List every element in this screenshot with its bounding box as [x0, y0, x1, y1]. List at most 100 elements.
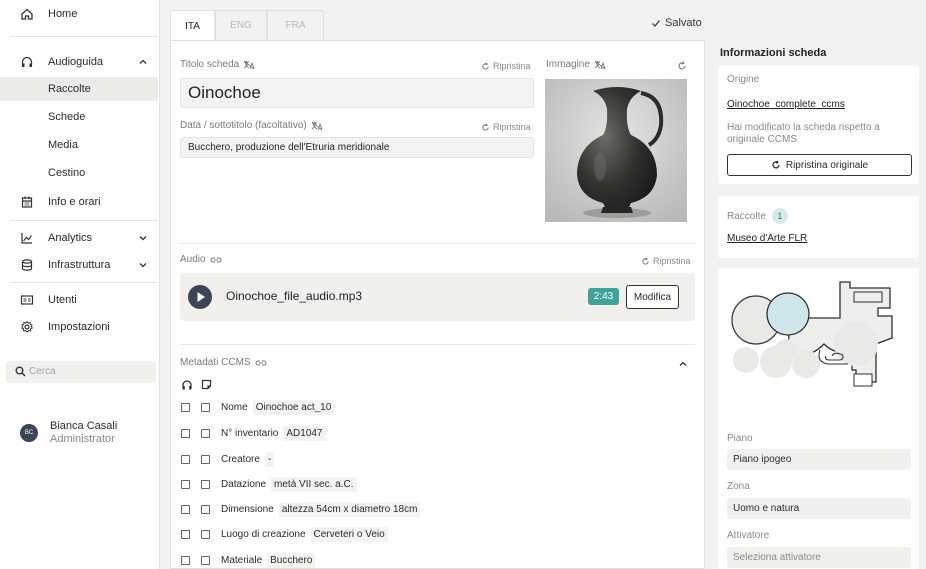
metadata-key: Nome — [221, 401, 248, 413]
reset-audio-button[interactable]: Ripristina — [641, 256, 691, 266]
home-icon — [21, 8, 33, 20]
chart-icon — [21, 233, 32, 244]
section-divider — [180, 243, 695, 244]
audio-checkbox[interactable] — [181, 504, 190, 514]
audio-file-name: Oinochoe_file_audio.mp3 — [226, 289, 363, 303]
sidebar-item-media[interactable]: Media — [0, 133, 158, 157]
metadata-value: - — [264, 451, 275, 467]
user-name: Bianca Casali — [50, 420, 118, 432]
reset-subtitle-button[interactable]: Ripristina — [481, 122, 531, 132]
collections-card: Raccolte 1 Museo d'Arte FLR — [718, 196, 919, 258]
reset-icon — [772, 160, 780, 169]
check-icon — [652, 20, 660, 27]
subtitle-input[interactable]: Bucchero, produzione dell'Etruria meridi… — [180, 137, 534, 158]
card-checkbox[interactable] — [201, 454, 210, 464]
modified-note: Hai modificato la scheda rispetto a orig… — [727, 122, 880, 145]
sidebar-item-schede[interactable]: Schede — [0, 105, 158, 129]
metadata-key: Creatore — [221, 453, 260, 465]
metadata-value: metà VII sec. a.C. — [271, 476, 357, 492]
link-icon — [255, 360, 267, 365]
metadata-row: Materiale Bucchero — [181, 551, 316, 569]
title-input[interactable]: Oinochoe — [180, 78, 534, 108]
sidebar-item-utenti[interactable]: Utenti — [0, 288, 158, 312]
chevron-down-icon[interactable] — [138, 260, 148, 270]
card-checkbox[interactable] — [201, 555, 210, 565]
sidebar-item-label: Home — [48, 8, 78, 20]
reset-icon[interactable] — [677, 61, 687, 71]
metadata-key: Datazione — [221, 478, 267, 490]
gear-icon — [21, 320, 34, 333]
save-status-label: Salvato — [665, 17, 702, 29]
tab-ita[interactable]: ITA — [170, 10, 215, 41]
sidebar-item-impostazioni[interactable]: Impostazioni — [0, 315, 158, 339]
trigger-select[interactable]: Seleziona attivatore — [727, 547, 911, 568]
play-button[interactable] — [188, 285, 212, 309]
floor-select[interactable]: Piano ipogeo — [727, 449, 911, 470]
tab-fra[interactable]: FRA — [267, 10, 324, 40]
card-checkbox[interactable] — [201, 504, 210, 514]
image-label: Immagine — [546, 59, 606, 70]
floor-map[interactable] — [728, 278, 912, 424]
metadata-key: Dimensione — [221, 503, 274, 515]
sidebar-item-analytics[interactable]: Analytics — [0, 226, 158, 250]
card-checkbox[interactable] — [201, 428, 210, 438]
tab-eng[interactable]: ENG — [215, 10, 267, 40]
artifact-image[interactable] — [545, 79, 687, 222]
scheda-editor: Titolo scheda Ripristina Oinochoe Data /… — [170, 40, 705, 569]
audio-checkbox[interactable] — [181, 428, 190, 438]
translate-off-icon — [594, 60, 606, 69]
save-status: Salvato — [651, 17, 702, 29]
collection-link[interactable]: Museo d'Arte FLR — [727, 233, 807, 244]
collections-header: Raccolte 1 — [727, 208, 788, 224]
reset-icon — [482, 62, 489, 70]
metadata-row: N° inventario AD1047 — [181, 424, 326, 442]
metadata-value: AD1047 — [283, 425, 326, 441]
metadata-row: Nome Oinochoe act_10 — [181, 398, 335, 416]
calendar-icon — [21, 196, 33, 208]
chevron-down-icon[interactable] — [138, 233, 148, 243]
sidebar-item-audioguida[interactable]: Audioguida — [0, 50, 158, 74]
sidebar-item-raccolte[interactable]: Raccolte — [0, 77, 158, 101]
sidebar-item-label: Utenti — [48, 294, 77, 306]
search-icon — [15, 366, 26, 377]
chevron-up-icon[interactable] — [678, 359, 688, 369]
restore-original-button[interactable]: Ripristina originale — [727, 154, 912, 176]
metadata-key: Luogo di creazione — [221, 528, 306, 540]
origin-label: Origine — [727, 74, 760, 85]
metadata-value: Cerveteri o Veio — [310, 526, 388, 542]
metadata-row: Dimensione altezza 54cm x diametro 18cm — [181, 500, 421, 518]
audio-checkbox[interactable] — [181, 555, 190, 565]
sidebar-item-infrastruttura[interactable]: Infrastruttura — [0, 253, 158, 277]
reset-icon — [642, 257, 649, 265]
edit-audio-button[interactable]: Modifica — [626, 285, 679, 309]
search-input[interactable]: Cerca — [6, 361, 156, 383]
oinochoe-jug-illustration — [545, 79, 687, 222]
metadata-key: N° inventario — [221, 427, 279, 439]
info-panel-title: Informazioni scheda — [720, 47, 827, 59]
metadata-value: Bucchero — [267, 552, 316, 568]
card-checkbox[interactable] — [201, 479, 210, 489]
metadata-row: Luogo di creazione Cerveteri o Veio — [181, 525, 388, 543]
card-checkbox[interactable] — [201, 529, 210, 539]
origin-link[interactable]: Oinochoe_complete_ccms — [727, 99, 845, 110]
sidebar-item-label: Impostazioni — [48, 321, 110, 333]
note-icon[interactable] — [201, 379, 212, 390]
sidebar: Home Audioguida Raccolte Schede Media Ce… — [0, 0, 160, 569]
audio-duration-badge: 2:43 — [588, 288, 619, 305]
sidebar-item-info-orari[interactable]: Info e orari — [0, 190, 158, 214]
audio-checkbox[interactable] — [181, 529, 190, 539]
sidebar-item-home[interactable]: Home — [0, 2, 158, 26]
audio-label: Audio — [180, 254, 222, 265]
card-checkbox[interactable] — [201, 402, 210, 412]
sidebar-item-label: Schede — [48, 111, 86, 123]
reset-title-button[interactable]: Ripristina — [481, 61, 531, 71]
audio-checkbox[interactable] — [181, 402, 190, 412]
audio-checkbox[interactable] — [181, 479, 190, 489]
translate-off-icon — [243, 60, 255, 69]
audio-checkbox[interactable] — [181, 454, 190, 464]
sidebar-divider — [10, 282, 158, 283]
headphones-icon[interactable] — [181, 379, 193, 390]
zone-select[interactable]: Uomo e natura — [727, 498, 911, 519]
chevron-up-icon[interactable] — [138, 57, 148, 67]
sidebar-item-cestino[interactable]: Cestino — [0, 161, 158, 185]
